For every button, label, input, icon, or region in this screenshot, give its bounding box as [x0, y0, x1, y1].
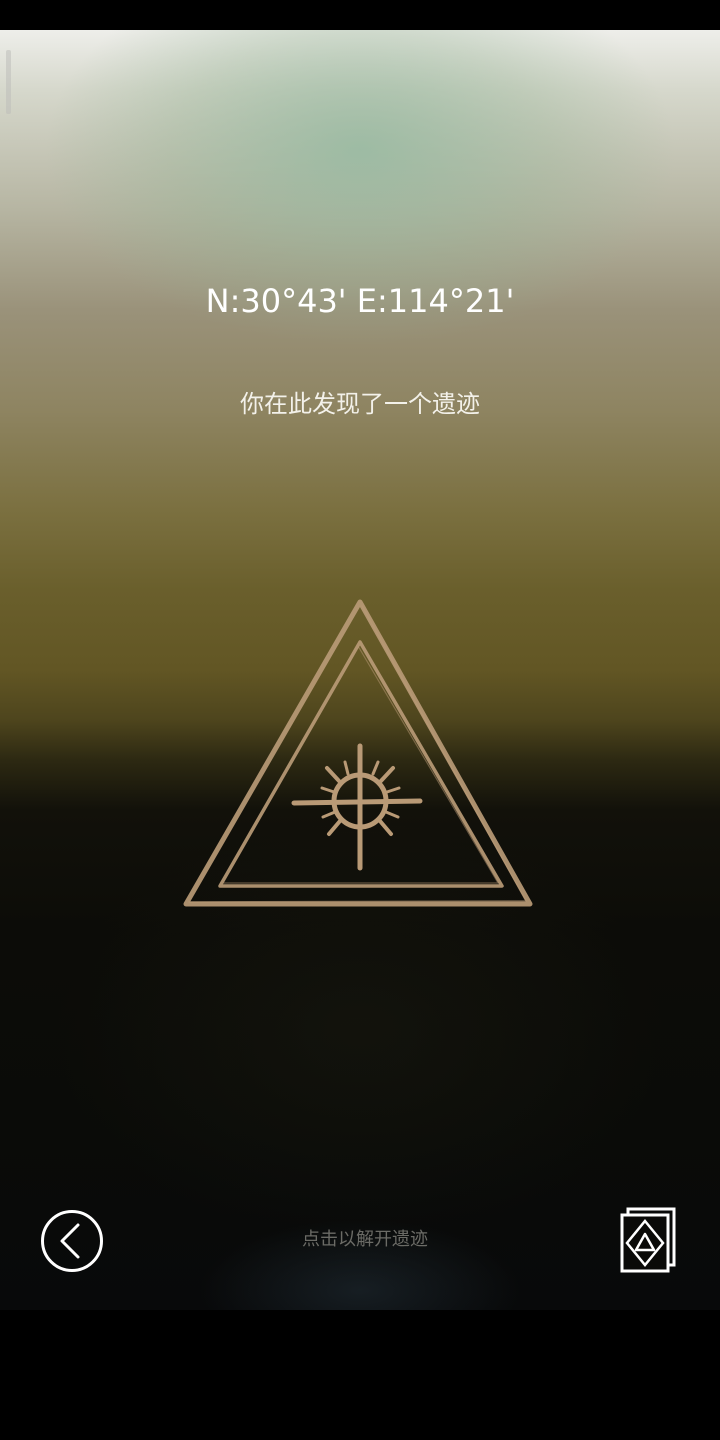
screen: N:30°43' E:114°21' 你在此发现了一个遗迹 点击以解开遗迹	[0, 0, 720, 1440]
status-bar	[0, 0, 720, 30]
unlock-hint: 点击以解开遗迹	[302, 1229, 428, 1250]
discovery-message: 你在此发现了一个遗迹	[240, 390, 480, 418]
relic-triangle-icon[interactable]	[180, 596, 540, 916]
relic-cards-button[interactable]	[618, 1206, 678, 1274]
navigation-bar	[0, 1310, 720, 1440]
back-chevron-icon	[41, 1210, 103, 1272]
coordinates-label: N:30°43' E:114°21'	[205, 282, 515, 320]
back-button[interactable]	[40, 1209, 104, 1273]
scroll-indicator	[6, 50, 11, 114]
relic-cards-icon	[620, 1207, 676, 1273]
